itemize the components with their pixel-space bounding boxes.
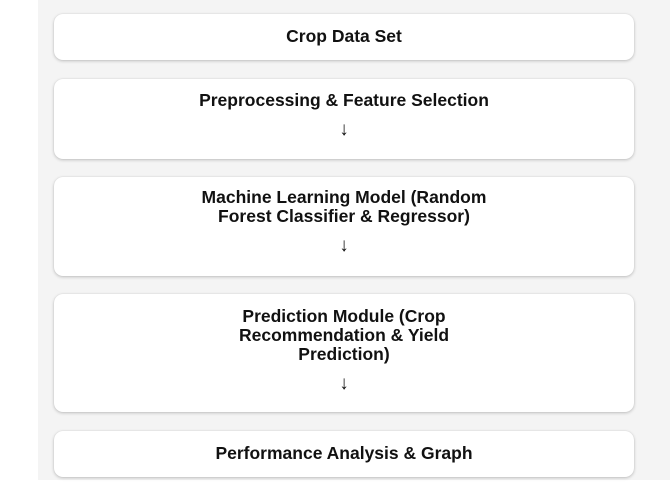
step-label: Performance Analysis & Graph (215, 443, 473, 463)
step-performance-analysis: Performance Analysis & Graph (54, 431, 634, 477)
step-prediction-module: Prediction Module (Crop Recommendation &… (54, 294, 634, 412)
down-arrow-icon: ↓ (339, 235, 349, 256)
step-label: Prediction Module (Crop Recommendation &… (238, 306, 450, 364)
step-preprocessing: Preprocessing & Feature Selection ↓ (54, 79, 634, 159)
step-label: Preprocessing & Feature Selection (199, 90, 489, 110)
step-label: Crop Data Set (286, 26, 402, 46)
step-label: Machine Learning Model (Random Forest Cl… (201, 187, 487, 226)
down-arrow-icon: ↓ (339, 119, 349, 140)
step-ml-model: Machine Learning Model (Random Forest Cl… (54, 177, 634, 276)
down-arrow-icon: ↓ (339, 373, 349, 394)
step-crop-data-set: Crop Data Set (54, 14, 634, 60)
